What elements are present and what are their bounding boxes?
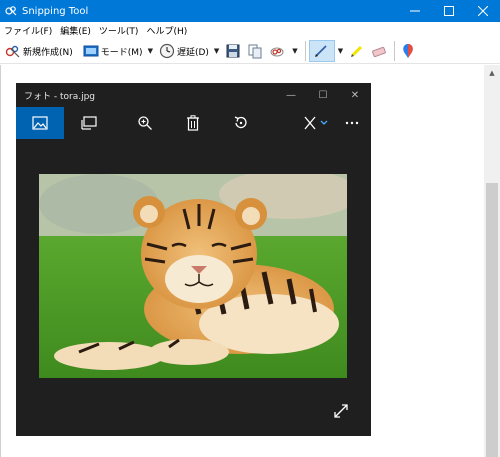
delete-icon [169,107,217,139]
paint3d-button[interactable] [398,41,420,62]
delay-clock-icon [159,43,175,59]
zoom-icon [121,107,169,139]
rotate-icon [217,107,265,139]
more-icon [328,107,376,139]
delay-label: 遅延(D) [176,47,209,58]
photos-toolbar [16,107,371,139]
pen-icon [313,43,329,59]
new-snip-icon [5,43,21,59]
menu-tools[interactable]: ツール(T) [99,24,139,37]
mode-icon [83,43,99,59]
close-icon [478,6,488,16]
photos-title-bar: フォト - tora.jpg — ☐ ✕ [16,83,371,107]
minimize-icon [410,10,420,12]
send-dropdown-arrow[interactable]: ▼ [292,47,297,55]
copy-icon [247,43,263,59]
toolbar-separator [304,41,306,61]
eraser-icon [371,43,387,59]
photos-maximize-icon: ☐ [318,89,328,101]
menu-file[interactable]: ファイル(F) [4,24,52,37]
view-image-icon [16,107,64,139]
paint3d-icon [400,43,416,59]
pen-button[interactable] [308,40,335,62]
close-button[interactable] [466,0,500,22]
save-icon [225,43,241,59]
menu-help[interactable]: ヘルプ(H) [146,24,187,37]
window-controls [398,0,500,22]
photos-close-icon: ✕ [350,89,360,101]
title-bar: Snipping Tool [0,0,500,22]
slideshow-icon [65,107,113,139]
toolbar-separator [394,41,396,61]
mode-label: モード(M) [100,47,143,58]
eraser-button[interactable] [369,41,391,62]
copy-button[interactable] [245,41,267,62]
delay-dropdown-arrow[interactable]: ▼ [214,47,219,55]
mode-dropdown-arrow[interactable]: ▼ [148,47,153,55]
pen-dropdown-arrow[interactable]: ▼ [338,47,343,55]
snipping-tool-icon [5,6,17,16]
maximize-button[interactable] [432,0,466,22]
maximize-icon [444,6,454,16]
send-snip-icon [269,43,285,59]
send-snip-button[interactable] [267,41,289,62]
delay-button[interactable]: 遅延(D) [157,41,211,62]
toolbar: 新規作成(N) モード(M) ▼ 遅延(D) ▼ ▼ ▼ [0,39,500,64]
scrollbar-thumb[interactable] [486,183,498,457]
highlighter-icon [349,43,365,59]
minimize-button[interactable] [398,0,432,22]
mode-button[interactable]: モード(M) [81,41,145,62]
photos-minimize-icon: — [286,89,296,101]
captured-photos-window: フォト - tora.jpg — ☐ ✕ [16,83,371,436]
save-button[interactable] [223,41,245,62]
menu-edit[interactable]: 編集(E) [60,24,91,37]
new-snip-label: 新規作成(N) [23,47,73,58]
expand-icon [333,403,349,419]
photos-window-controls: — ☐ ✕ [275,90,371,101]
highlighter-button[interactable] [347,41,369,62]
menu-bar: ファイル(F) 編集(E) ツール(T) ヘルプ(H) [0,22,500,39]
photos-title: フォト - tora.jpg [24,91,96,102]
scroll-up-arrow[interactable]: ▲ [484,65,500,81]
window-title: Snipping Tool [22,5,89,17]
tiger-photo [39,174,347,378]
new-snip-button[interactable]: 新規作成(N) [3,41,75,62]
vertical-scrollbar[interactable]: ▲ [484,65,500,457]
